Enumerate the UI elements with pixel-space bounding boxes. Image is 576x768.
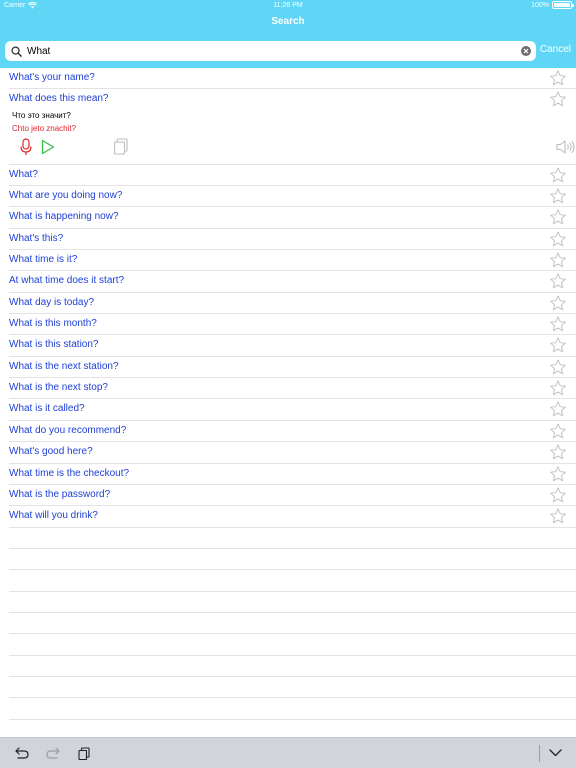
phrase-text: What's your name? bbox=[9, 72, 95, 83]
battery-icon bbox=[552, 1, 574, 9]
search-input[interactable] bbox=[25, 42, 505, 60]
cancel-button[interactable]: Cancel bbox=[540, 44, 571, 55]
undo-icon[interactable] bbox=[14, 745, 30, 761]
phrase-text: What are you doing now? bbox=[9, 190, 123, 202]
empty-row bbox=[9, 677, 576, 699]
list-item[interactable]: What is the password? bbox=[9, 485, 576, 507]
phrase-text: What is happening now? bbox=[9, 211, 119, 223]
list-item[interactable]: What do you recommend? bbox=[9, 421, 576, 443]
clipboard-icon[interactable] bbox=[76, 745, 92, 761]
chevron-down-icon[interactable] bbox=[547, 745, 563, 761]
list-item[interactable]: At what time does it start? bbox=[9, 271, 576, 293]
phrase-text: What is this station? bbox=[9, 339, 99, 351]
phrase-detail: Что это значит? Chto jeto znachit? bbox=[9, 111, 576, 165]
star-outline-icon[interactable] bbox=[549, 315, 567, 333]
status-bar: Carrier 11:26 PM 100% bbox=[0, 0, 576, 12]
play-icon[interactable] bbox=[41, 139, 55, 160]
search-field[interactable] bbox=[5, 41, 536, 61]
star-outline-icon[interactable] bbox=[549, 272, 567, 290]
keyboard-toolbar bbox=[0, 737, 576, 768]
translation-text: Что это значит? bbox=[12, 110, 71, 120]
search-bar: Cancel bbox=[0, 41, 576, 63]
empty-row bbox=[9, 549, 576, 571]
list-item[interactable]: What is it called? bbox=[9, 399, 576, 421]
phrase-text: What is the password? bbox=[9, 488, 111, 500]
magnifier-icon bbox=[7, 41, 25, 61]
star-outline-icon[interactable] bbox=[549, 379, 567, 397]
star-outline-icon[interactable] bbox=[549, 166, 567, 184]
list-item[interactable]: What are you doing now? bbox=[9, 186, 576, 208]
list-item[interactable]: What's your name? bbox=[9, 68, 576, 90]
phrase-text: At what time does it start? bbox=[9, 275, 125, 287]
list-item[interactable]: What is this month? bbox=[9, 314, 576, 336]
empty-row bbox=[9, 592, 576, 613]
star-outline-icon[interactable] bbox=[549, 208, 567, 226]
list-item[interactable]: What's good here? bbox=[9, 442, 576, 464]
list-item[interactable]: What is happening now? bbox=[9, 207, 576, 229]
list-item[interactable]: What's this? bbox=[9, 229, 576, 251]
star-outline-icon[interactable] bbox=[549, 358, 567, 376]
phrase-text: What do you recommend? bbox=[9, 424, 127, 436]
list-item[interactable]: What is the next station? bbox=[9, 357, 576, 379]
redo-icon[interactable] bbox=[45, 745, 61, 761]
list-item[interactable]: What is the next stop? bbox=[9, 378, 576, 400]
phrase-text: What time is the checkout? bbox=[9, 467, 130, 479]
star-outline-icon[interactable] bbox=[549, 400, 567, 418]
star-outline-icon[interactable] bbox=[549, 69, 567, 87]
star-outline-icon[interactable] bbox=[549, 486, 567, 504]
star-outline-icon[interactable] bbox=[549, 230, 567, 248]
microphone-icon[interactable] bbox=[20, 138, 32, 161]
battery: 100% bbox=[531, 1, 574, 9]
clear-icon[interactable] bbox=[521, 46, 531, 56]
phrase-text: What time is it? bbox=[9, 254, 78, 266]
star-outline-icon[interactable] bbox=[549, 336, 567, 354]
empty-row bbox=[9, 698, 576, 720]
star-outline-icon[interactable] bbox=[549, 187, 567, 205]
star-outline-icon[interactable] bbox=[549, 90, 567, 108]
empty-row bbox=[9, 613, 576, 635]
list-item[interactable]: What time is it? bbox=[9, 250, 576, 272]
star-outline-icon[interactable] bbox=[549, 465, 567, 483]
list-item[interactable]: What day is today? bbox=[9, 293, 576, 315]
transliteration-text: Chto jeto znachit? bbox=[12, 123, 77, 133]
toolbar-divider bbox=[539, 745, 540, 762]
list-item[interactable]: What is this station? bbox=[9, 335, 576, 357]
phrase-text: What? bbox=[9, 168, 38, 180]
list-item[interactable]: What will you drink? bbox=[9, 506, 576, 528]
status-time: 11:26 PM bbox=[273, 2, 303, 9]
empty-row bbox=[9, 528, 576, 549]
phrase-text: What's this? bbox=[9, 232, 64, 244]
speaker-icon[interactable] bbox=[556, 140, 576, 159]
list-item[interactable]: What time is the checkout? bbox=[9, 464, 576, 485]
phrase-text: What is the next stop? bbox=[9, 382, 108, 394]
phrase-text: What is this month? bbox=[9, 318, 97, 330]
list-item[interactable]: What? bbox=[9, 165, 576, 187]
phrase-list: What's your name? What does this mean? Ч… bbox=[0, 68, 576, 741]
phrase-text: What is the next station? bbox=[9, 360, 119, 372]
star-outline-icon[interactable] bbox=[549, 422, 567, 440]
empty-row bbox=[9, 570, 576, 592]
page-title: Search bbox=[271, 16, 305, 27]
header: Carrier 11:26 PM 100% Search What Cancel bbox=[0, 0, 576, 68]
list-item-expanded[interactable]: What does this mean? bbox=[9, 89, 576, 110]
copy-icon[interactable] bbox=[113, 138, 129, 161]
star-outline-icon[interactable] bbox=[549, 443, 567, 461]
star-outline-icon[interactable] bbox=[549, 294, 567, 312]
star-outline-icon[interactable] bbox=[549, 251, 567, 269]
phrase-text: What's good here? bbox=[9, 446, 93, 458]
phrase-text: What does this mean? bbox=[9, 93, 109, 105]
phrase-text: What day is today? bbox=[9, 296, 95, 308]
empty-row bbox=[9, 656, 576, 677]
phrase-text: What is it called? bbox=[9, 403, 85, 415]
phrase-text: What will you drink? bbox=[9, 510, 98, 522]
battery-percent: 100% bbox=[531, 1, 549, 9]
star-outline-icon[interactable] bbox=[549, 507, 567, 525]
empty-row bbox=[9, 634, 576, 656]
